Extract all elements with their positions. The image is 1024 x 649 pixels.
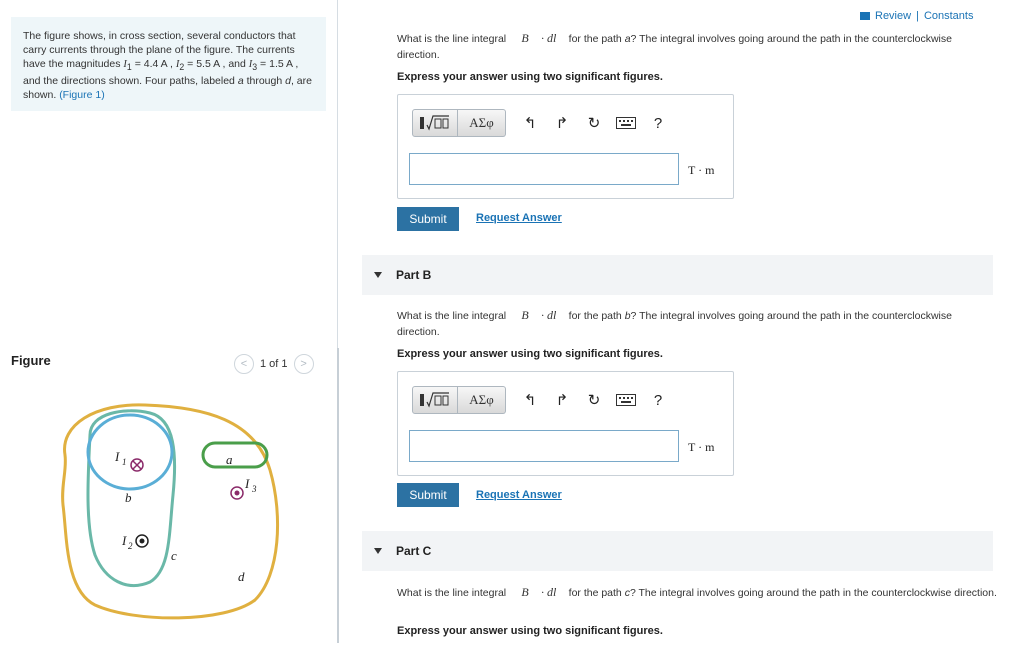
label-a: a bbox=[226, 452, 233, 467]
part-c-question-mid: for the path bbox=[565, 587, 625, 599]
part-a-toolbar: ΑΣφ ↰ ↱ ↻ ? bbox=[412, 109, 674, 137]
label-i1: I bbox=[114, 449, 120, 464]
intro-through: through bbox=[243, 75, 286, 88]
chevron-right-icon[interactable]: > bbox=[293, 354, 314, 374]
undo-icon[interactable]: ↰ bbox=[514, 391, 546, 409]
part-b-answer-box: ΑΣφ ↰ ↱ ↻ ? T · m bbox=[397, 371, 734, 476]
problem-intro: The figure shows, in cross section, seve… bbox=[11, 17, 326, 111]
conductor-i1 bbox=[130, 458, 144, 472]
part-b-header[interactable]: Part B bbox=[362, 255, 993, 295]
label-c: c bbox=[171, 548, 177, 563]
undo-icon[interactable]: ↰ bbox=[514, 114, 546, 132]
pager-text: 1 of 1 bbox=[260, 358, 288, 370]
part-a-question: What is the line integral ∮ B⃗ · dl⃗ for… bbox=[397, 30, 997, 63]
part-a-submit-button[interactable]: Submit bbox=[397, 207, 459, 231]
part-c-title: Part C bbox=[396, 544, 432, 558]
greek-icon[interactable]: ΑΣφ bbox=[458, 109, 506, 137]
part-c-express: Express your answer using two significan… bbox=[397, 625, 663, 637]
part-a-question-pre: What is the line integral bbox=[397, 33, 510, 45]
reset-icon[interactable]: ↻ bbox=[578, 391, 610, 409]
chevron-left-icon[interactable]: < bbox=[234, 354, 254, 374]
conductor-i3 bbox=[230, 486, 244, 500]
review-sep: | bbox=[916, 10, 919, 22]
figure-link[interactable]: (Figure 1) bbox=[59, 89, 105, 101]
review-constants: Review | Constants bbox=[860, 10, 973, 22]
constants-link[interactable]: Constants bbox=[924, 10, 974, 22]
part-b-question-pre: What is the line integral bbox=[397, 310, 510, 322]
part-b-math: ∮ B⃗ · dl⃗ bbox=[509, 308, 566, 322]
redo-icon[interactable]: ↱ bbox=[546, 391, 578, 409]
label-i3: I bbox=[244, 476, 250, 491]
label-b: b bbox=[125, 490, 132, 505]
label-i3-sub: 3 bbox=[251, 484, 257, 494]
figure-title: Figure bbox=[11, 353, 51, 368]
part-c-question-post: ? The integral involves going around the… bbox=[629, 587, 997, 599]
help-icon[interactable]: ? bbox=[642, 392, 674, 409]
greek-icon[interactable]: ΑΣφ bbox=[458, 386, 506, 414]
part-a-answer-input[interactable] bbox=[409, 153, 679, 185]
review-link[interactable]: Review bbox=[875, 10, 911, 22]
reset-icon[interactable]: ↻ bbox=[578, 114, 610, 132]
book-icon bbox=[860, 12, 870, 20]
part-b-submit-button[interactable]: Submit bbox=[397, 483, 459, 507]
part-c-question: What is the line integral ∮ B⃗ · dl⃗ for… bbox=[397, 584, 997, 601]
part-b-toolbar: ΑΣφ ↰ ↱ ↻ ? bbox=[412, 386, 674, 414]
part-a-request-answer[interactable]: Request Answer bbox=[476, 212, 562, 224]
part-b-request-answer[interactable]: Request Answer bbox=[476, 489, 562, 501]
keyboard-icon[interactable] bbox=[610, 117, 642, 129]
conductor-i2 bbox=[135, 534, 149, 548]
intro-i2-val: = 5.5 A , bbox=[184, 58, 226, 70]
collapse-triangle-icon bbox=[374, 272, 382, 278]
part-a-express: Express your answer using two significan… bbox=[397, 71, 663, 83]
figure-pager: < 1 of 1 > bbox=[234, 353, 314, 375]
intro-and: and bbox=[225, 58, 249, 70]
part-b-express: Express your answer using two significan… bbox=[397, 348, 663, 360]
help-icon[interactable]: ? bbox=[642, 115, 674, 132]
collapse-triangle-icon bbox=[374, 548, 382, 554]
conductors-figure: I 1 I 2 I 3 a b c d bbox=[61, 403, 279, 620]
label-i1-sub: 1 bbox=[122, 457, 127, 467]
part-a-unit: T · m bbox=[688, 163, 715, 177]
keyboard-icon[interactable] bbox=[610, 394, 642, 406]
templates-icon[interactable] bbox=[412, 386, 458, 414]
part-b-title: Part B bbox=[396, 268, 432, 282]
intro-i1-val: = 4.4 A , bbox=[131, 58, 176, 70]
label-i2: I bbox=[121, 533, 127, 548]
part-a-math: ∮ B⃗ · dl⃗ bbox=[509, 31, 566, 45]
part-a-answer-box: ΑΣφ ↰ ↱ ↻ ? T · m bbox=[397, 94, 734, 199]
part-c-question-pre: What is the line integral bbox=[397, 587, 510, 599]
redo-icon[interactable]: ↱ bbox=[546, 114, 578, 132]
templates-icon[interactable] bbox=[412, 109, 458, 137]
figure-divider bbox=[337, 348, 339, 643]
part-b-question-mid: for the path bbox=[565, 310, 625, 322]
part-b-answer-input[interactable] bbox=[409, 430, 679, 462]
part-b-unit: T · m bbox=[688, 440, 715, 454]
part-c-math: ∮ B⃗ · dl⃗ bbox=[509, 585, 566, 599]
part-a-question-mid: for the path bbox=[565, 33, 625, 45]
label-i2-sub: 2 bbox=[128, 541, 133, 551]
part-c-header[interactable]: Part C bbox=[362, 531, 993, 571]
path-b bbox=[86, 413, 174, 491]
label-d: d bbox=[238, 569, 245, 584]
part-b-question: What is the line integral ∮ B⃗ · dl⃗ for… bbox=[397, 307, 997, 340]
